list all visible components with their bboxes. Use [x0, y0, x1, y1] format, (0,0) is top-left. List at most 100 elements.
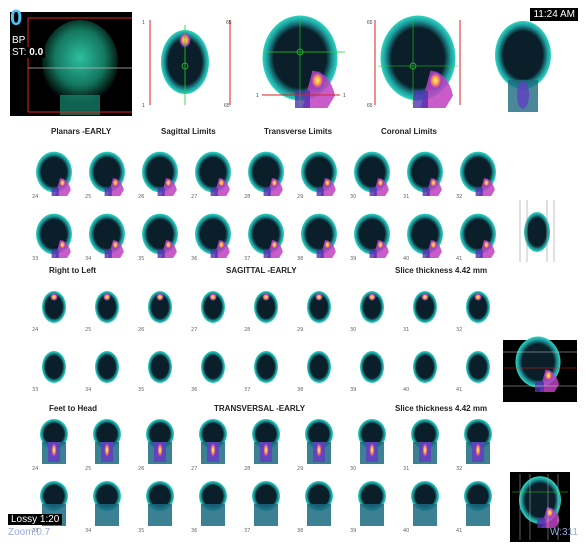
sag-slice-num-24: 24: [32, 194, 39, 200]
st-label: ST:: [12, 47, 27, 58]
clock: 11:24 AM: [530, 8, 578, 21]
axial-slice-num-38: 38: [297, 387, 304, 393]
sag-slice-40-hot: [429, 240, 437, 250]
axial-slice-num-26: 26: [138, 327, 145, 333]
axial-slice-hot-29: [315, 293, 323, 301]
sag-slice-37-neck: [263, 249, 271, 258]
axial-slice-num-41: 41: [456, 387, 463, 393]
coronal-slice-hot-32: [475, 442, 481, 458]
sag-slice-29-hot: [323, 178, 331, 188]
coronal-slice-hot-30: [369, 442, 375, 458]
sagittal-section-title: SAGITTAL -EARLY: [226, 266, 297, 275]
axial-slice-hot-27: [209, 293, 217, 301]
coronal-slice-hot-28: [263, 442, 269, 458]
sag-slice-num-31: 31: [403, 194, 410, 200]
nuclear-medicine-viewer[interactable]: 0 BP ST: 0.0 11:24 AM Lossy 1:20 Zoom:0.…: [0, 0, 586, 546]
ref-coronal-head-neck: [537, 518, 546, 528]
coronal-slice-num-26: 26: [138, 466, 145, 472]
axial-slice-37: [254, 351, 278, 383]
coronal-slice-num-38: 38: [297, 528, 304, 534]
coronal-limits-head-neck: [413, 90, 428, 108]
coronal-slice-num-29: 29: [297, 466, 304, 472]
sag-slice-31-neck: [422, 187, 430, 196]
sag-slice-32-neck: [475, 187, 483, 196]
coronal-limit-bottom: 65: [367, 103, 373, 109]
axial-slice-num-32: 32: [456, 327, 463, 333]
axial-slice-hot-31: [421, 293, 429, 301]
transverse-limits-head-hot: [310, 70, 325, 91]
window-level-readout: W:311: [550, 527, 578, 538]
coronal-slice-neck-36: [201, 504, 225, 526]
sag-slice-39-neck: [369, 249, 377, 258]
coronal-slice-num-39: 39: [350, 528, 357, 534]
coronal-slice-num-25: 25: [85, 466, 92, 472]
sag-slice-30-hot: [376, 178, 384, 188]
coronal-slice-neck-37: [254, 504, 278, 526]
sag-slice-num-38: 38: [297, 256, 304, 262]
top-coronal-core: [517, 81, 529, 109]
axial-slice-38: [307, 351, 331, 383]
sag-slice-41-hot: [482, 240, 490, 250]
axial-slice-hot-32: [474, 293, 482, 301]
axial-slice-39: [360, 351, 384, 383]
coronal-slice-hot-26: [157, 442, 163, 458]
sag-slice-28-hot: [270, 178, 278, 188]
axial-slice-num-34: 34: [85, 387, 92, 393]
st-value: 0.0: [29, 47, 44, 58]
sag-slice-28-neck: [263, 187, 271, 196]
axial-slice-num-36: 36: [191, 387, 198, 393]
coronal-slice-num-41: 41: [456, 528, 463, 534]
sag-slice-num-33: 33: [32, 256, 39, 262]
sag-slice-num-34: 34: [85, 256, 92, 262]
sag-slice-35-hot: [164, 240, 172, 250]
axial-slice-hot-25: [103, 293, 111, 301]
sagittal-limit-top: 1: [142, 20, 145, 26]
coronal-slice-neck-34: [95, 504, 119, 526]
bp-label: BP: [10, 35, 28, 46]
axial-slice-num-39: 39: [350, 387, 357, 393]
sag-slice-num-36: 36: [191, 256, 198, 262]
axial-slice-hot-24: [50, 293, 58, 301]
coronal-limit-top: 65: [367, 20, 373, 26]
sag-slice-39-hot: [376, 240, 384, 250]
ref-axial-head: [524, 212, 550, 252]
transverse-section-title: TRANSVERSAL -EARLY: [214, 404, 306, 413]
axial-slice-hot-30: [368, 293, 376, 301]
sag-slice-num-28: 28: [244, 194, 251, 200]
sag-slice-33-hot: [58, 240, 66, 250]
coronal-slice-num-36: 36: [191, 528, 198, 534]
axial-slice-41: [466, 351, 490, 383]
sagittal-direction-label: Right to Left: [49, 266, 97, 275]
coronal-slice-num-33: 33: [32, 528, 39, 534]
coronal-slice-hot-24: [51, 442, 57, 458]
coronal-slice-num-31: 31: [403, 466, 410, 472]
sag-slice-26-neck: [157, 187, 165, 196]
sag-slice-41-neck: [475, 249, 483, 258]
sag-slice-num-41: 41: [456, 256, 463, 262]
sag-slice-38-neck: [316, 249, 324, 258]
coronal-slice-hot-27: [210, 442, 216, 458]
sag-slice-num-39: 39: [350, 256, 357, 262]
axial-slice-num-35: 35: [138, 387, 145, 393]
coronal-slice-hot-29: [316, 442, 322, 458]
axial-slice-40: [413, 351, 437, 383]
sag-slice-25-neck: [104, 187, 112, 196]
coronal-slice-neck-41: [466, 504, 490, 526]
sag-slice-num-29: 29: [297, 194, 304, 200]
sag-slice-29-neck: [316, 187, 324, 196]
axial-slice-num-24: 24: [32, 327, 39, 333]
sag-slice-36-hot: [217, 240, 225, 250]
sag-slice-34-hot: [111, 240, 119, 250]
compression-label: Lossy 1:20: [8, 514, 63, 525]
planars-label: Planars -EARLY: [51, 127, 112, 136]
coronal-slice-neck-39: [360, 504, 384, 526]
coronal-limits-label: Coronal Limits: [381, 127, 438, 136]
coronal-limits-head-hot: [428, 70, 443, 91]
sag-slice-40-neck: [422, 249, 430, 258]
ref-sagittal-head-neck: [535, 381, 544, 392]
sag-slice-31-hot: [429, 178, 437, 188]
sag-slice-27-hot: [217, 178, 225, 188]
axial-slice-num-31: 31: [403, 327, 410, 333]
sagittal-limits-label: Sagittal Limits: [161, 127, 216, 136]
transverse-limit-right: 1: [343, 93, 346, 99]
